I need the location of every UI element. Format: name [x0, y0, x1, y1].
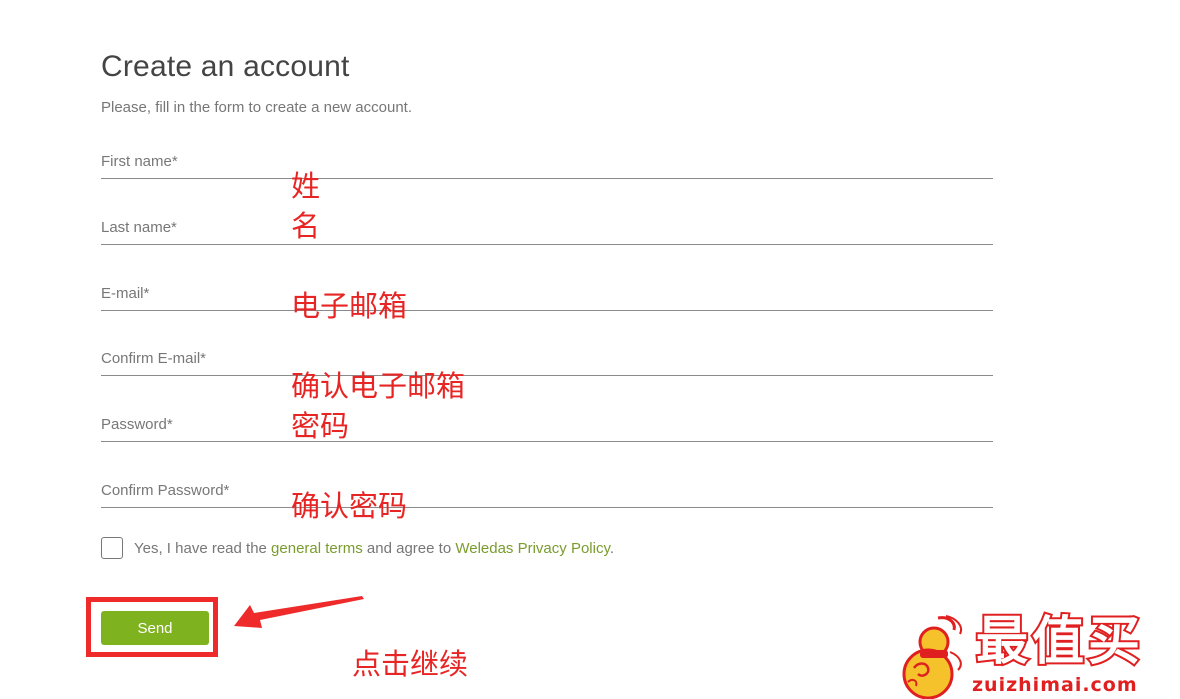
annotation-name: 姓名	[291, 169, 321, 243]
confirm-email-field	[101, 347, 993, 376]
last-name-input[interactable]	[101, 216, 993, 244]
page-title: Create an account	[101, 50, 350, 84]
last-name-field	[101, 216, 993, 245]
general-terms-link[interactable]: general terms	[271, 540, 363, 557]
annotation-confirm-email: 确认电子邮箱	[291, 369, 466, 403]
first-name-field	[101, 150, 993, 179]
confirm-password-field	[101, 479, 993, 508]
confirm-email-input[interactable]	[101, 347, 993, 375]
privacy-policy-link[interactable]: Weledas Privacy Policy	[455, 540, 610, 557]
annotation-password: 密码	[291, 409, 350, 443]
terms-checkbox[interactable]	[101, 537, 123, 559]
terms-prefix: Yes, I have read the	[134, 539, 272, 557]
annotation-click-continue: 点击继续	[352, 647, 469, 681]
send-button[interactable]: Send	[101, 611, 209, 645]
email-input[interactable]	[101, 282, 993, 310]
watermark: 最值买 zuizhimai.com	[890, 610, 1180, 699]
terms-suffix: .	[609, 539, 615, 557]
password-field	[101, 413, 993, 442]
password-input[interactable]	[101, 413, 993, 441]
form-intro-text: Please, fill in the form to create a new…	[101, 99, 412, 116]
annotation-confirm-password: 确认密码	[291, 489, 408, 523]
arrow-icon	[234, 596, 364, 628]
terms-middle: and agree to	[362, 539, 456, 557]
watermark-brand: 最值买	[974, 610, 1145, 674]
annotation-email: 电子邮箱	[291, 289, 408, 323]
email-field	[101, 282, 993, 311]
gourd-logo-icon	[902, 615, 962, 699]
watermark-url: zuizhimai.com	[972, 674, 1138, 696]
confirm-password-input[interactable]	[101, 479, 993, 507]
terms-text: Yes, I have read the general terms and a…	[134, 540, 614, 557]
terms-row: Yes, I have read the general terms and a…	[101, 536, 614, 560]
first-name-input[interactable]	[101, 150, 993, 178]
